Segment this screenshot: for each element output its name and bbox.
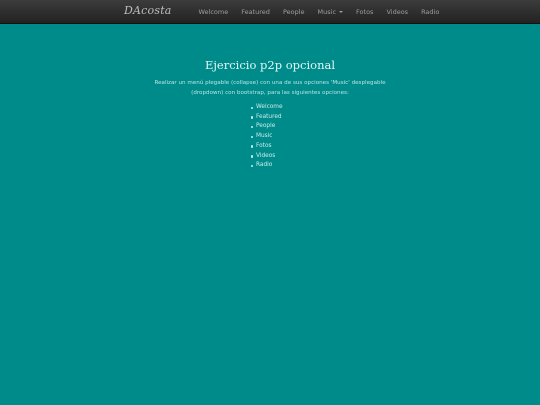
list-item-label: Welcome: [256, 104, 283, 110]
nav-menu: Welcome Featured People Music Fotos Vide…: [192, 0, 446, 24]
list-item-label: Videos: [256, 152, 276, 159]
nav-item-welcome[interactable]: Welcome: [192, 8, 235, 16]
bullet-icon: [251, 106, 254, 109]
bullet-icon: [251, 126, 254, 129]
nav-item-fotos[interactable]: Fotos: [350, 8, 380, 16]
nav-item-music-label: Music: [317, 8, 337, 16]
bullet-icon: [251, 135, 254, 139]
top-navbar: DAcosta Welcome Featured People Music Fo…: [0, 0, 540, 24]
description-line-1: Realizar un menú plegable (collapse) con…: [154, 80, 386, 86]
list-item: Welcome: [251, 103, 283, 113]
main-content: Ejercicio p2p opcional Realizar un menú …: [0, 58, 540, 98]
page-title: Ejercicio p2p opcional: [204, 58, 336, 72]
list-item: Featured: [251, 113, 283, 123]
nav-item-music-dropdown[interactable]: Music: [311, 8, 350, 16]
nav-item-featured[interactable]: Featured: [235, 8, 277, 16]
nav-item-people[interactable]: People: [276, 8, 311, 16]
bullet-icon: [251, 155, 254, 158]
list-item: Videos: [251, 152, 283, 162]
brand-logo-link[interactable]: DAcosta: [124, 4, 172, 17]
page-description: Realizar un menú plegable (collapse) con…: [150, 78, 390, 98]
nav-item-radio[interactable]: Radio: [415, 8, 446, 16]
list-item: Fotos: [251, 142, 283, 152]
list-item-label: Featured: [256, 113, 282, 120]
list-item-label: Music: [256, 133, 273, 140]
description-line-2: (dropdown) con bootstrap, para las sigui…: [191, 90, 349, 96]
bullet-icon: [251, 164, 254, 168]
list-item-label: People: [256, 123, 276, 130]
bullet-icon: [251, 116, 254, 119]
list-item: Radio: [251, 161, 283, 171]
list-item-label: Radio: [256, 162, 273, 169]
caret-down-icon: [339, 11, 344, 13]
list-item-label: Fotos: [256, 142, 272, 149]
nav-item-videos[interactable]: Videos: [380, 8, 415, 16]
bullet-icon: [251, 145, 254, 148]
list-item: Music: [251, 132, 283, 142]
options-list: Welcome Featured People Music Fotos Vide…: [250, 103, 283, 171]
list-item: People: [251, 122, 283, 132]
